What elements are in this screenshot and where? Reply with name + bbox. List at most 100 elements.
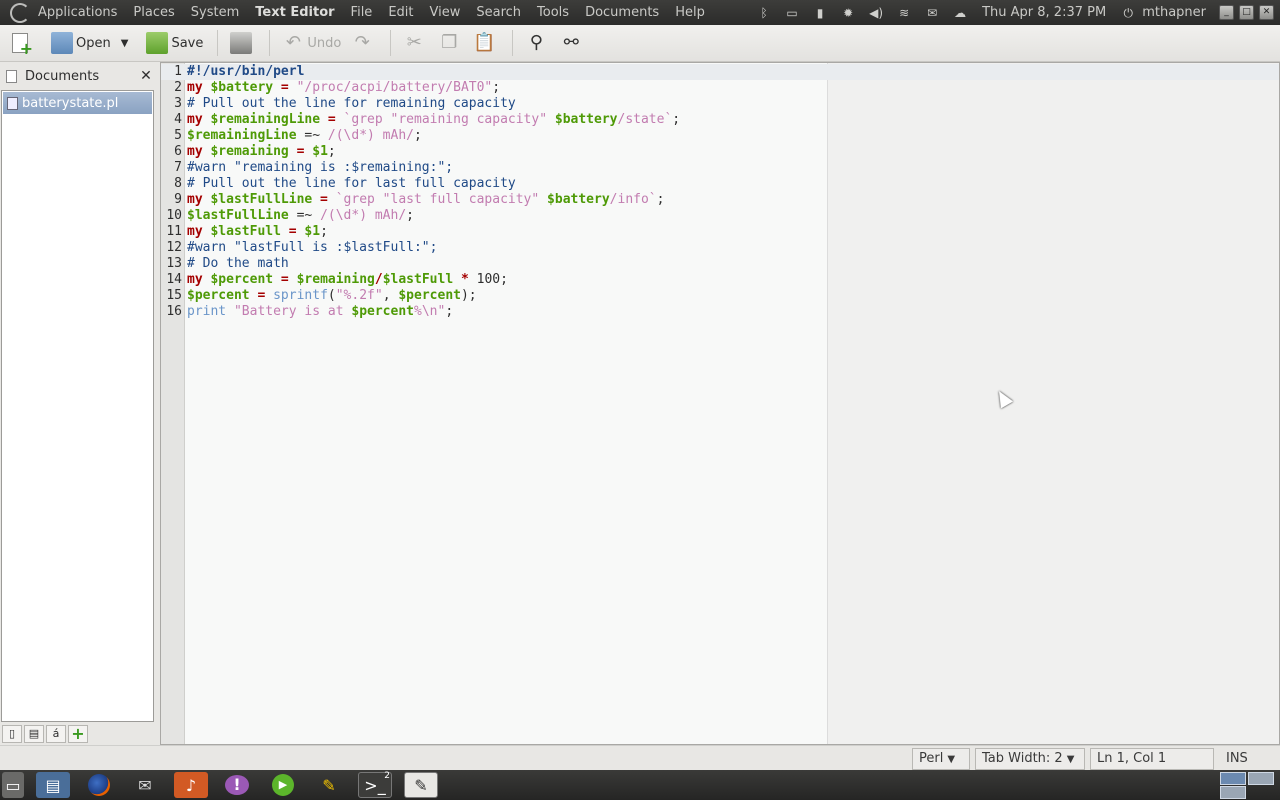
code-line[interactable]: 7 #warn "remaining is :$remaining:";: [161, 160, 1279, 176]
volume-icon[interactable]: ◀): [868, 6, 884, 20]
code-line[interactable]: 6 my $remaining = $1;: [161, 144, 1279, 160]
paste-button[interactable]: 📋: [469, 28, 502, 58]
code-token: `grep "remaining capacity": [343, 112, 555, 127]
tab-file-browser[interactable]: ▤: [24, 725, 44, 743]
code-line[interactable]: 1 #!/usr/bin/perl: [161, 64, 1279, 80]
code-text: my $remaining = $1;: [185, 144, 336, 160]
file-manager-icon[interactable]: ▤: [36, 772, 70, 798]
save-button[interactable]: Save: [142, 28, 207, 58]
notes-pencil-icon[interactable]: ✎: [312, 772, 346, 798]
code-token: =: [273, 272, 297, 287]
code-line[interactable]: 5 $remainingLine =~ /(\d*) mAh/;: [161, 128, 1279, 144]
code-token: =: [288, 144, 313, 159]
menu-active-app[interactable]: Text Editor: [247, 0, 342, 25]
cut-button[interactable]: ✂: [399, 28, 432, 58]
redo-button[interactable]: ↷: [347, 28, 380, 58]
tab-width-selector[interactable]: Tab Width: 2 ▼: [975, 748, 1085, 770]
find-replace-button[interactable]: ⚯: [556, 28, 589, 58]
clock[interactable]: Thu Apr 8, 2:37 PM: [974, 5, 1114, 20]
display-icon[interactable]: ▭: [784, 6, 800, 20]
code-token: my: [187, 192, 211, 207]
document-list: batterystate.pl: [1, 90, 154, 722]
close-window-button[interactable]: ✕: [1259, 5, 1274, 20]
line-number: 13: [166, 256, 182, 271]
scissors-icon: ✂: [406, 32, 422, 53]
code-line[interactable]: 16 print "Battery is at $percent%\n";: [161, 304, 1279, 320]
menu-tools[interactable]: Tools: [529, 0, 577, 25]
open-button[interactable]: Open: [47, 28, 115, 58]
find-button[interactable]: ⚲: [521, 28, 554, 58]
code-token: ,: [382, 288, 399, 303]
terminal-icon[interactable]: >_ 2: [358, 771, 392, 798]
maximize-window-button[interactable]: □: [1239, 5, 1254, 20]
minimize-window-button[interactable]: _: [1219, 5, 1234, 20]
menu-edit[interactable]: Edit: [380, 0, 421, 25]
code-line[interactable]: 13 # Do the math: [161, 256, 1279, 272]
wifi-icon[interactable]: ≋: [896, 6, 912, 20]
close-icon[interactable]: ✕: [136, 68, 156, 84]
code-token: $1: [304, 224, 321, 239]
undo-button[interactable]: ↶ Undo: [278, 28, 345, 58]
code-line[interactable]: 14 my $percent = $remaining/$lastFull * 1…: [161, 272, 1279, 288]
code-line[interactable]: 3 # Pull out the line for remaining capac…: [161, 96, 1279, 112]
undo-arrow-icon: ↶: [285, 32, 301, 53]
mail-client-icon[interactable]: ✉: [128, 772, 162, 798]
audio-tool-icon[interactable]: ♪: [174, 772, 208, 798]
distro-logo-icon[interactable]: [10, 2, 30, 23]
power-icon[interactable]: ⏻: [1120, 6, 1136, 20]
open-recent-dropdown[interactable]: ▼: [117, 28, 133, 58]
code-token: $battery: [554, 112, 618, 127]
code-line[interactable]: 9 my $lastFullLine = `grep "last full cap…: [161, 192, 1279, 208]
code-line[interactable]: 8 # Pull out the line for last full capac…: [161, 176, 1279, 192]
code-token: my: [187, 272, 211, 287]
language-selector[interactable]: Perl ▼: [912, 748, 970, 770]
text-editor-area[interactable]: 1 #!/usr/bin/perl 2 my $battery = "/proc/ac…: [160, 62, 1280, 745]
code-token: /: [374, 272, 383, 287]
mail-icon[interactable]: ✉: [924, 6, 940, 20]
tab-character-map[interactable]: á: [46, 725, 66, 743]
tab-documents[interactable]: ▯: [2, 725, 22, 743]
copy-button[interactable]: ❐: [434, 28, 467, 58]
code-line[interactable]: 12 #warn "lastFull is :$lastFull:";: [161, 240, 1279, 256]
code-line[interactable]: 11 my $lastFull = $1;: [161, 224, 1279, 240]
menu-applications[interactable]: Applications: [30, 0, 125, 25]
user-name[interactable]: mthapner: [1142, 5, 1214, 20]
status-bar: Perl ▼ Tab Width: 2 ▼ Ln 1, Col 1 INS: [0, 745, 1280, 770]
new-document-button[interactable]: [8, 28, 35, 58]
weather-cloud-icon[interactable]: ☁: [952, 6, 968, 20]
show-desktop-icon[interactable]: ▭: [2, 772, 24, 798]
code-token: $lastFull: [382, 272, 454, 287]
code-token: my: [187, 224, 211, 239]
firefox-icon[interactable]: [82, 772, 116, 798]
code-token: ;: [445, 304, 454, 319]
code-line[interactable]: 15 $percent = sprintf("%.2f", $percent);: [161, 288, 1279, 304]
workspace-switcher[interactable]: [1220, 770, 1280, 800]
menu-search[interactable]: Search: [468, 0, 529, 25]
code-token: %\n": [414, 304, 446, 319]
chat-client-icon[interactable]: !: [220, 772, 254, 798]
code-token: $battery: [547, 192, 610, 207]
tab-snippets-add-icon[interactable]: +: [68, 725, 88, 743]
code-line[interactable]: 4 my $remainingLine = `grep "remaining ca…: [161, 112, 1279, 128]
menu-file[interactable]: File: [343, 0, 381, 25]
settings-gear-icon[interactable]: ✹: [840, 6, 856, 20]
menu-system[interactable]: System: [183, 0, 247, 25]
toolbar-separator: [512, 30, 514, 56]
bluetooth-icon[interactable]: ᛒ: [756, 6, 772, 20]
text-editor-task-icon[interactable]: ✎: [404, 772, 438, 798]
code-line[interactable]: 2 my $battery = "/proc/acpi/battery/BAT0"…: [161, 80, 1279, 96]
undo-label: Undo: [307, 35, 342, 51]
chevron-down-icon: ▼: [120, 37, 129, 49]
menu-places[interactable]: Places: [125, 0, 182, 25]
code-token: );: [460, 288, 477, 303]
list-item[interactable]: batterystate.pl: [3, 92, 152, 114]
code-line[interactable]: 10 $lastFullLine =~ /(\d*) mAh/;: [161, 208, 1279, 224]
menu-help[interactable]: Help: [667, 0, 713, 25]
print-button[interactable]: [226, 28, 259, 58]
menu-view[interactable]: View: [422, 0, 469, 25]
menu-documents[interactable]: Documents: [577, 0, 667, 25]
media-player-icon[interactable]: ▶: [266, 772, 300, 798]
battery-icon[interactable]: ▮: [812, 6, 828, 20]
code-token: #!/usr/bin/perl: [187, 64, 305, 79]
find-replace-icon: ⚯: [563, 32, 579, 53]
